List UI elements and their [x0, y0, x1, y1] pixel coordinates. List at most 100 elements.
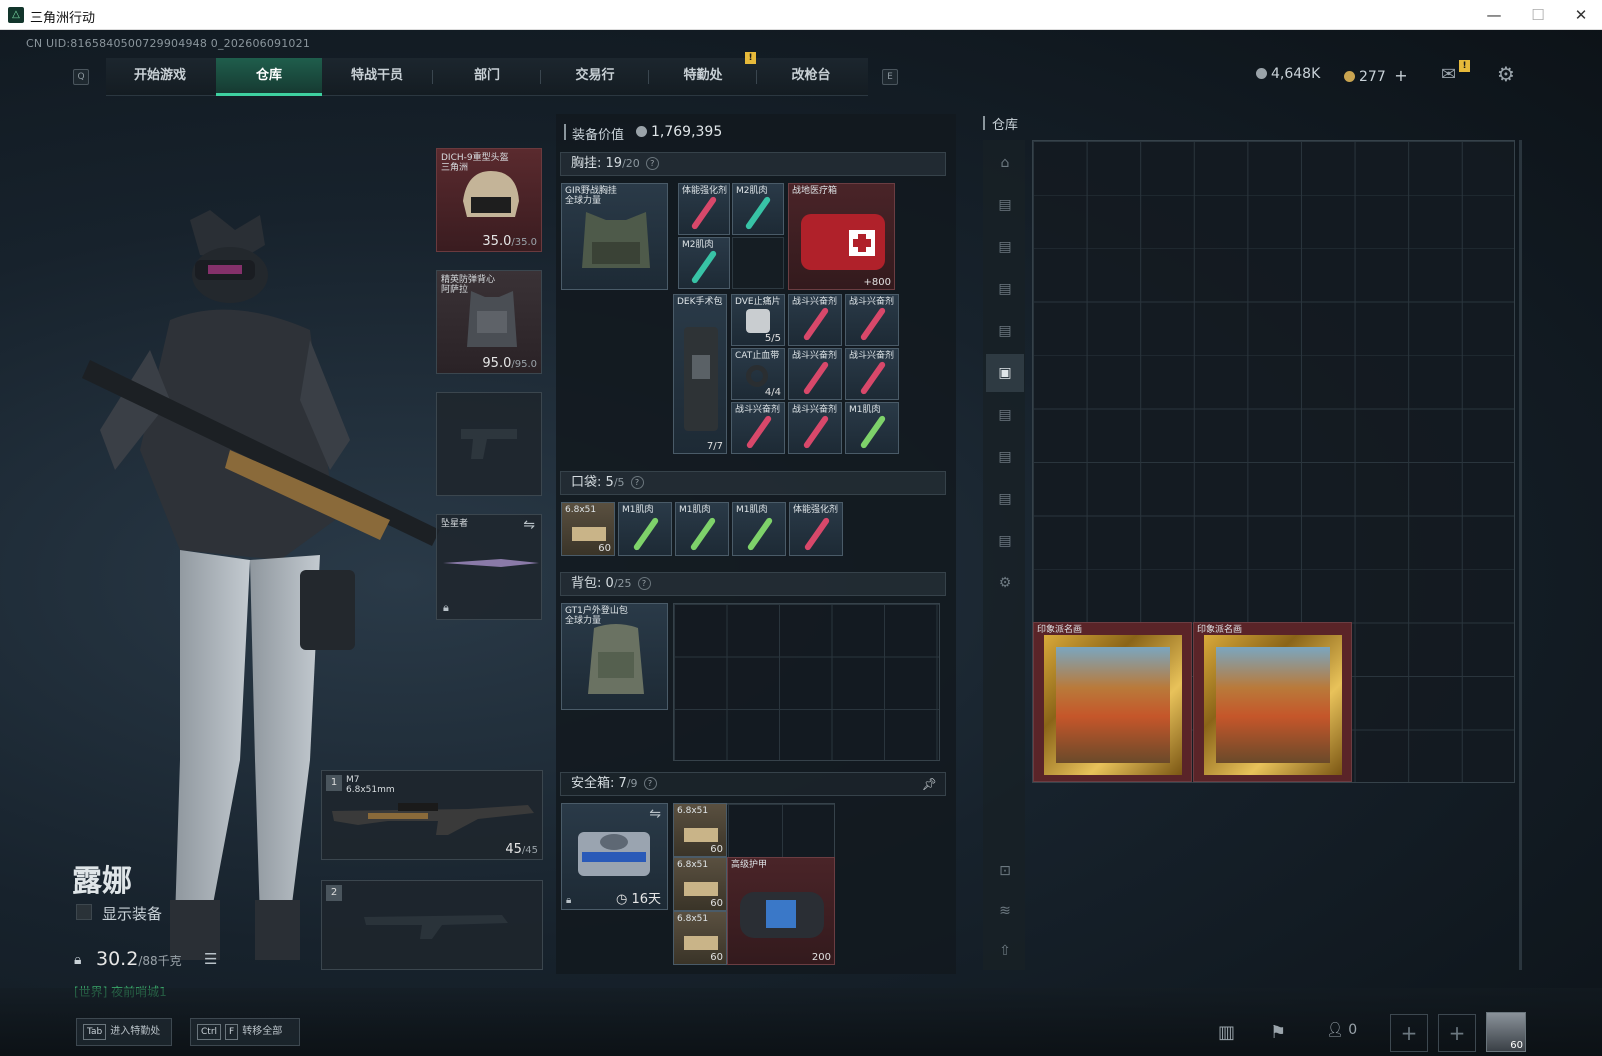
- painting-image: [1044, 635, 1182, 775]
- storage-home-icon[interactable]: ⌂: [986, 144, 1024, 182]
- invite-slot-2[interactable]: +: [1438, 1014, 1476, 1052]
- swap-icon[interactable]: ⇋: [523, 517, 535, 533]
- chest-rig-item[interactable]: GIR野战胸挂 全球力量: [561, 183, 668, 290]
- chest-item[interactable]: DVE止痛片 5/5: [731, 294, 785, 346]
- storage-page-9-icon[interactable]: ▤: [986, 522, 1024, 560]
- storage-title: 仓库: [992, 118, 1019, 133]
- help-icon[interactable]: ?: [637, 577, 651, 590]
- backpack-grid[interactable]: [673, 603, 940, 761]
- safebox-container[interactable]: ⇋ 🔒︎ ◷ 16天: [561, 803, 668, 910]
- chest-item[interactable]: M2肌肉: [732, 183, 784, 235]
- storage-settings-icon[interactable]: ⚙: [986, 564, 1024, 602]
- swap-icon[interactable]: ⇋: [649, 806, 661, 822]
- close-button[interactable]: ✕: [1566, 4, 1596, 26]
- avatar[interactable]: 60: [1486, 1012, 1526, 1052]
- pin-icon[interactable]: 📌︎: [922, 773, 937, 795]
- lock-icon: 🔒︎: [443, 601, 449, 614]
- pocket-item[interactable]: M1肌肉: [732, 502, 786, 556]
- chest-item[interactable]: 战斗兴奋剂: [788, 348, 842, 400]
- safebox-item[interactable]: 6.8x51 60: [673, 803, 727, 857]
- help-icon[interactable]: ?: [643, 777, 657, 790]
- settings-gear-icon[interactable]: ⚙: [1497, 62, 1515, 86]
- chest-empty-slot[interactable]: [732, 237, 784, 289]
- chest-item[interactable]: 战斗兴奋剂: [845, 348, 899, 400]
- chest-item[interactable]: 战斗兴奋剂: [731, 402, 785, 454]
- tab-operators[interactable]: 特战干员: [324, 58, 430, 96]
- storage-upload-icon[interactable]: ⇧: [986, 932, 1024, 970]
- pocket-item[interactable]: 6.8x51 60: [561, 502, 615, 556]
- token-balance: 277 +: [1344, 66, 1408, 85]
- storage-item[interactable]: 印象派名画: [1033, 622, 1192, 782]
- nav-key-right[interactable]: E: [882, 69, 898, 85]
- chest-item[interactable]: 战斗兴奋剂: [788, 294, 842, 346]
- safebox-item[interactable]: 6.8x51 60: [673, 857, 727, 911]
- chest-item[interactable]: 体能强化剂: [678, 183, 730, 235]
- chest-item[interactable]: M2肌肉: [678, 237, 730, 289]
- pistol-placeholder-icon: [461, 429, 517, 459]
- enter-special-ops-button[interactable]: Tab 进入特勤处: [76, 1018, 172, 1046]
- storage-sort-icon[interactable]: ⊡: [986, 852, 1024, 890]
- invite-slot-1[interactable]: +: [1390, 1014, 1428, 1052]
- backpack-item[interactable]: GT1户外登山包 全球力量: [561, 603, 668, 710]
- add-token-button[interactable]: +: [1394, 66, 1407, 85]
- coin-icon: [1256, 68, 1267, 79]
- helmet-image: [463, 171, 519, 217]
- chest-rig-image: [582, 212, 650, 268]
- storage-page-4-icon[interactable]: ▤: [986, 312, 1024, 350]
- tab-start-game[interactable]: 开始游戏: [106, 58, 214, 96]
- mail-icon[interactable]: ✉: [1441, 64, 1456, 85]
- storage-item[interactable]: 印象派名画: [1193, 622, 1352, 782]
- storage-page-1-icon[interactable]: ▤: [986, 186, 1024, 224]
- maximize-button[interactable]: ☐: [1523, 4, 1553, 26]
- sidearm-slot[interactable]: [436, 392, 542, 496]
- equipment-value-label: 装备价值: [572, 128, 625, 143]
- melee-name: 坠星者: [441, 519, 469, 529]
- secondary-weapon-slot[interactable]: 2: [321, 880, 543, 970]
- rifle-image: [332, 803, 534, 835]
- chest-item[interactable]: M1肌肉: [845, 402, 899, 454]
- flag-icon[interactable]: ⚑: [1270, 1022, 1286, 1043]
- help-icon[interactable]: ?: [630, 476, 644, 489]
- chest-item[interactable]: DEK手术包 7/7: [673, 294, 727, 454]
- safebox-item[interactable]: 高级护甲 200: [727, 857, 835, 965]
- storage-page-7-icon[interactable]: ▤: [986, 438, 1024, 476]
- helmet-slot[interactable]: DICH-9重型头盔 三角洲 35.0/35.0: [436, 148, 542, 252]
- list-icon[interactable]: ☰: [204, 950, 217, 968]
- storage-page-5-icon[interactable]: ▣: [986, 354, 1024, 392]
- app-logo-icon: △: [8, 7, 24, 23]
- tab-department[interactable]: 部门: [434, 58, 540, 96]
- safebox-item[interactable]: 6.8x51 60: [673, 911, 727, 965]
- storage-layers-icon[interactable]: ≋: [986, 892, 1024, 930]
- pocket-item[interactable]: M1肌肉: [618, 502, 672, 556]
- nav-key-left[interactable]: Q: [73, 69, 89, 85]
- chest-item[interactable]: 战地医疗箱 +800: [788, 183, 895, 290]
- avatar-level: 60: [1510, 1040, 1523, 1051]
- minimize-button[interactable]: —: [1479, 4, 1509, 26]
- coin-value: 4,648K: [1271, 66, 1321, 82]
- primary-ammo: 45/45: [505, 842, 538, 857]
- storage-scrollbar[interactable]: [1519, 140, 1522, 970]
- stats-icon[interactable]: ▥: [1218, 1022, 1235, 1043]
- tab-warehouse[interactable]: 仓库: [216, 58, 322, 96]
- storage-page-6-icon[interactable]: ▤: [986, 396, 1024, 434]
- tab-gunsmith[interactable]: 改枪台: [758, 58, 864, 96]
- storage-page-8-icon[interactable]: ▤: [986, 480, 1024, 518]
- tab-special-ops[interactable]: 特勤处: [650, 58, 756, 96]
- show-gear-checkbox[interactable]: [76, 904, 92, 920]
- melee-image: [443, 559, 539, 567]
- pocket-item[interactable]: M1肌肉: [675, 502, 729, 556]
- storage-page-3-icon[interactable]: ▤: [986, 270, 1024, 308]
- chest-item[interactable]: 战斗兴奋剂: [788, 402, 842, 454]
- pocket-item[interactable]: 体能强化剂: [789, 502, 843, 556]
- uid-label: CN UID:8165840500729904948 0_20260609102…: [26, 37, 311, 50]
- help-icon[interactable]: ?: [645, 157, 659, 170]
- primary-weapon-slot[interactable]: 1 M7 6.8x51mm 45/45: [321, 770, 543, 860]
- chest-item[interactable]: 战斗兴奋剂: [845, 294, 899, 346]
- tab-trading[interactable]: 交易行: [542, 58, 648, 96]
- transfer-all-button[interactable]: Ctrl F 转移全部: [190, 1018, 300, 1046]
- storage-page-2-icon[interactable]: ▤: [986, 228, 1024, 266]
- armor-slot[interactable]: 精英防弹背心 阿萨拉 95.0/95.0: [436, 270, 542, 374]
- chest-item[interactable]: CAT止血带 4/4: [731, 348, 785, 400]
- friends-icon[interactable]: 👤︎ 0: [1326, 1022, 1357, 1038]
- melee-slot[interactable]: 坠星者 ⇋ 🔒︎: [436, 514, 542, 620]
